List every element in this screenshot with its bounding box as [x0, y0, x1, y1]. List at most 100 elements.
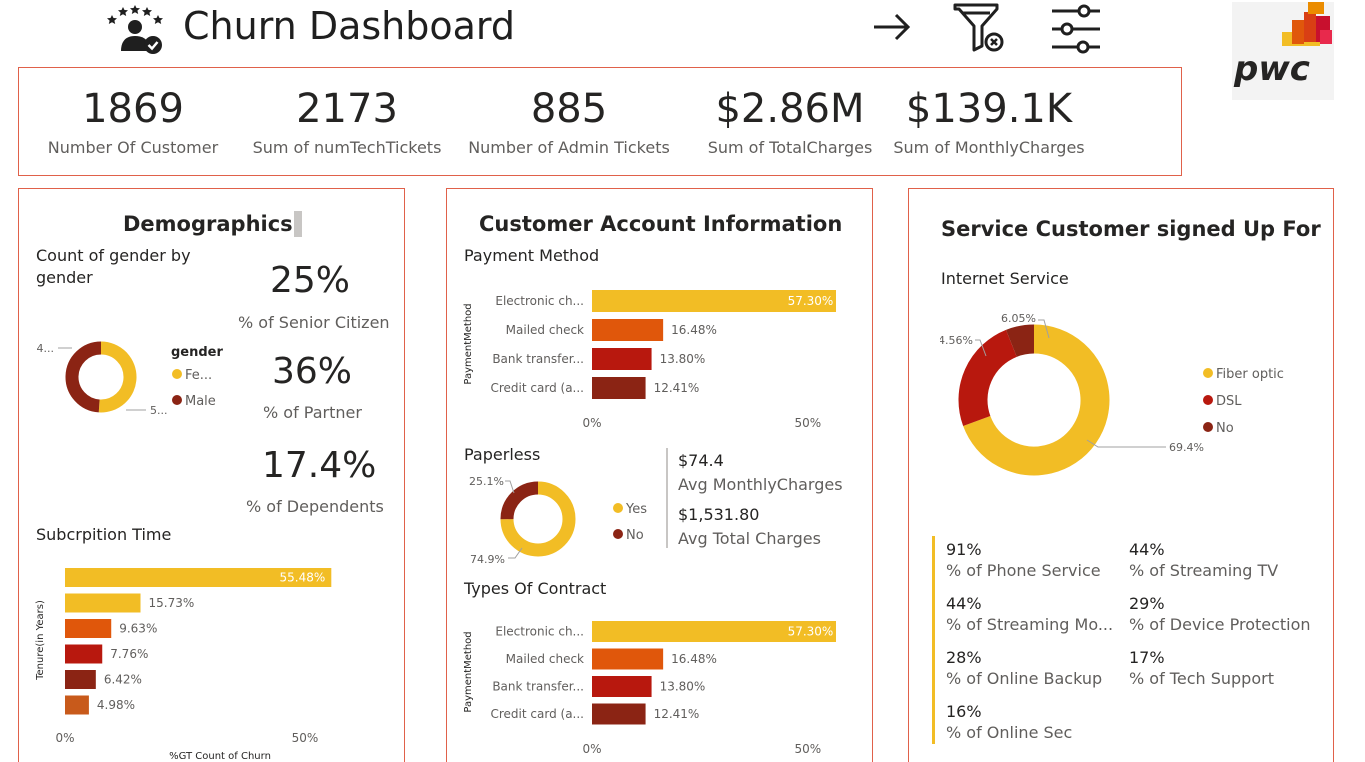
kpi-card[interactable]: $139.1K Sum of MonthlyCharges [889, 84, 1089, 157]
data-label: 4.98% [97, 698, 135, 712]
legend-label[interactable]: Fe... [185, 368, 212, 383]
service-stat-value: 28% [946, 648, 982, 667]
legend-marker [172, 395, 182, 405]
bar[interactable] [65, 593, 141, 613]
axis-title: PaymentMethod [463, 631, 474, 712]
payment-bar-chart[interactable]: Electronic ch... 57.30% Mailed check 16.48%… [456, 282, 836, 434]
data-label: 5... [150, 404, 168, 417]
kpi-card[interactable]: 1869 Number Of Customer [37, 84, 229, 157]
data-label: 69.4% [1169, 441, 1204, 454]
data-label: 7.76% [110, 647, 148, 661]
legend-marker [172, 369, 182, 379]
service-stat-label: % of Phone Service [946, 561, 1101, 580]
category-label: Electronic ch... [495, 625, 584, 639]
pwc-logo: pwc [1232, 2, 1334, 100]
data-label: 24.56% [940, 334, 973, 347]
kpi-card[interactable]: $2.86M Sum of TotalCharges [695, 84, 885, 157]
donut-slice[interactable] [500, 481, 539, 520]
kpi-label: Number Of Customer [47, 138, 219, 157]
bar[interactable] [65, 619, 112, 638]
legend-marker [613, 529, 623, 539]
service-stat-label: % of Online Backup [946, 669, 1103, 688]
legend-marker [1203, 422, 1213, 432]
service-stat-value: 29% [1129, 594, 1165, 613]
kpi-card[interactable]: 2173 Sum of numTechTickets [249, 84, 445, 157]
kpi-label: Sum of TotalCharges [707, 138, 873, 157]
bar[interactable] [65, 670, 96, 689]
donut-slice[interactable] [958, 329, 1018, 427]
data-label: 16.48% [671, 323, 717, 337]
legend-marker [613, 503, 623, 513]
bar[interactable] [592, 703, 646, 725]
data-label: 74.9% [470, 553, 505, 566]
tick-label: 50% [292, 731, 319, 745]
dependents-value: 17.4% [262, 445, 377, 486]
legend-label[interactable]: No [626, 528, 644, 543]
service-stat: 17% % of Tech Support [1129, 648, 1274, 688]
legend-label[interactable]: DSL [1216, 394, 1242, 409]
internet-donut-chart[interactable]: 69.4% 24.56% 6.05% Fiber optic DSL No [940, 300, 1320, 490]
legend-label[interactable]: Fiber optic [1216, 367, 1284, 382]
legend-label[interactable]: Male [185, 394, 216, 409]
paperless-donut-chart[interactable]: 74.9% 25.1% Yes No [460, 466, 660, 570]
donut-slice[interactable] [1005, 324, 1035, 358]
tick-label: 50% [794, 742, 821, 756]
donut-slice[interactable] [98, 341, 137, 413]
category-label: Credit card (a... [491, 707, 585, 721]
contract-bar-chart[interactable]: Electronic ch... 57.30% Mailed check 16.48%… [456, 612, 836, 762]
data-label: 12.41% [654, 381, 700, 395]
gender-chart-title: Count of gender by gender [36, 246, 191, 287]
kpi-value: $2.86M [715, 86, 865, 132]
dependents-label: % of Dependents [246, 497, 384, 516]
bar[interactable] [65, 695, 89, 715]
bar[interactable] [65, 644, 103, 664]
service-stat: 44% % of Streaming Mo... [946, 594, 1113, 634]
data-label: 57.30% [788, 625, 834, 639]
service-stat-value: 17% [1129, 648, 1165, 667]
contract-title: Types Of Contract [464, 579, 607, 598]
senior-citizen-label: % of Senior Citizen [238, 313, 390, 332]
subscription-bar-chart[interactable]: 55.48% 15.73% 9.63% 7.76% 6.42% 4.98% 0% 50% Ten… [30, 560, 360, 762]
arrow-right-icon[interactable] [870, 8, 914, 46]
legend-marker [1203, 395, 1213, 405]
service-stat: 91% % of Phone Service [946, 540, 1101, 580]
category-label: Credit card (a... [491, 381, 585, 395]
payment-title: Payment Method [464, 246, 600, 265]
kpi-value: 885 [530, 86, 608, 132]
axis-title: %GT Count of Churn [169, 751, 271, 762]
kpi-strip: 1869 Number Of Customer 2173 Sum of numT… [18, 67, 1182, 176]
leader-line [1086, 439, 1166, 448]
bar[interactable] [592, 319, 664, 341]
kpi-value: 1869 [82, 86, 184, 132]
kpi-value: $139.1K [905, 86, 1073, 132]
category-label: Mailed check [506, 323, 584, 337]
bar[interactable] [592, 676, 652, 697]
legend-label[interactable]: Yes [625, 502, 647, 517]
tick-label: 50% [794, 416, 821, 430]
gender-donut-chart[interactable]: 5... 4... gender Fe... Male [30, 325, 240, 425]
sliders-icon[interactable] [1050, 2, 1102, 56]
bar[interactable] [592, 377, 646, 399]
avg-monthly-label: Avg MonthlyCharges [678, 475, 843, 494]
data-label: 57.30% [788, 294, 834, 308]
avg-total-label: Avg Total Charges [678, 529, 821, 548]
kpi-card[interactable]: 885 Number of Admin Tickets [465, 84, 673, 157]
paperless-title: Paperless [464, 445, 541, 464]
avg-total-value: $1,531.80 [678, 505, 760, 524]
bar[interactable] [592, 348, 652, 370]
service-stat-value: 44% [946, 594, 982, 613]
legend-marker [1203, 368, 1213, 378]
partner-label: % of Partner [263, 403, 362, 422]
data-label: 4... [37, 342, 55, 355]
page-title: Churn Dashboard [183, 4, 515, 48]
legend-label[interactable]: No [1216, 421, 1234, 436]
tick-label: 0% [582, 416, 601, 430]
bar[interactable] [592, 648, 664, 670]
data-label: 6.05% [1001, 312, 1036, 325]
donut-slice[interactable] [65, 341, 102, 413]
service-stat-value: 16% [946, 702, 982, 721]
axis-title: Tenure(in Years) [35, 600, 46, 681]
service-stat-label: % of Online Sec [946, 723, 1073, 742]
category-label: Mailed check [506, 652, 584, 666]
filter-clear-icon[interactable] [952, 2, 1008, 54]
